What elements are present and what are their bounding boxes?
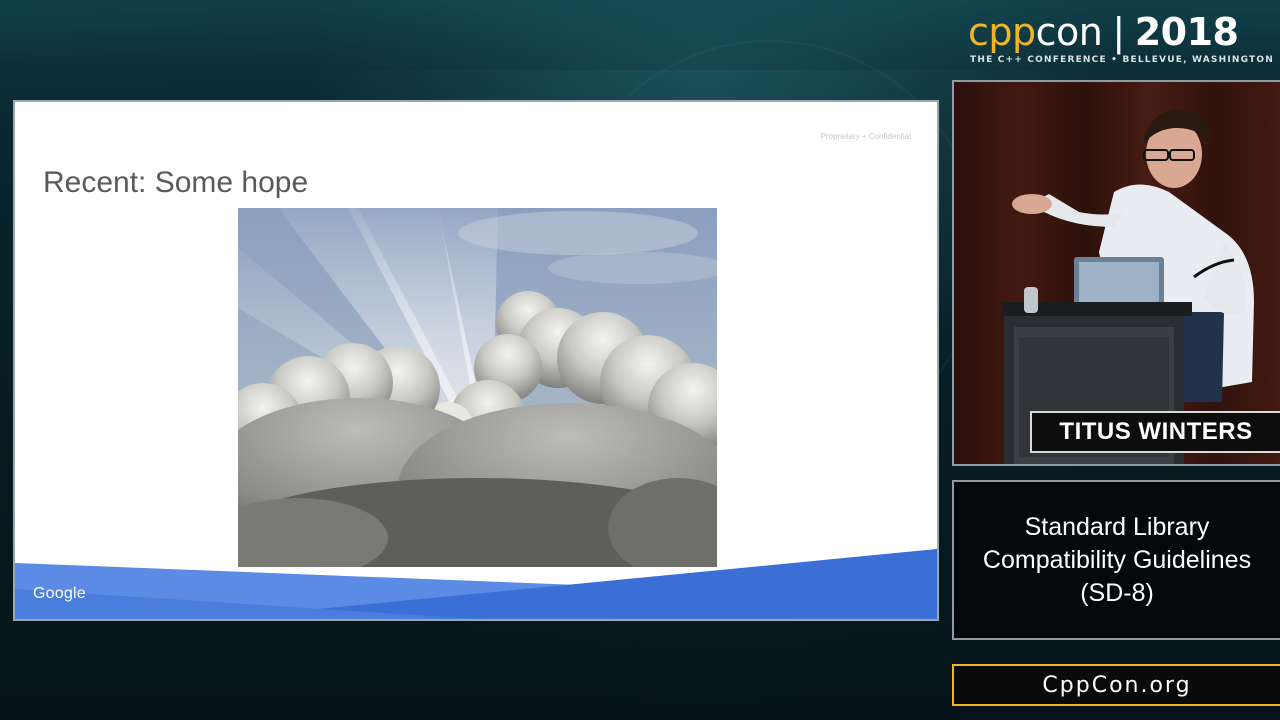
speaker-camera-view: TITUS WINTERS xyxy=(952,80,1280,466)
talk-title: Standard Library Compatibility Guideline… xyxy=(982,512,1252,607)
talk-title-panel: Standard Library Compatibility Guideline… xyxy=(952,480,1280,640)
speaker-image xyxy=(954,82,1280,464)
slide-photo-clouds xyxy=(238,208,717,567)
logo-separator: | xyxy=(1112,10,1125,54)
clouds-image xyxy=(238,208,717,567)
website-url: CppCon.org xyxy=(1042,672,1192,698)
footer-wave xyxy=(15,549,937,619)
slide-footer-banner: Google xyxy=(15,549,937,619)
website-url-panel: CppCon.org xyxy=(952,664,1280,706)
slide-title: Recent: Some hope xyxy=(43,166,309,199)
slide-confidential-label: Proprietary + Confidential xyxy=(820,132,912,141)
cppcon-logo: cppcon | 2018 THE C++ CONFERENCE • BELLEVU… xyxy=(968,10,1273,70)
presentation-slide: Proprietary + Confidential Recent: Some … xyxy=(13,100,939,621)
cppcon-wordmark: cppcon | 2018 xyxy=(968,10,1239,54)
video-frame: Proprietary + Confidential Recent: Some … xyxy=(0,0,1280,720)
logo-year: 2018 xyxy=(1134,10,1239,54)
logo-con: con xyxy=(1035,10,1103,54)
conference-tagline: THE C++ CONFERENCE • BELLEVUE, WASHINGTO… xyxy=(970,55,1274,65)
logo-cpp: cpp xyxy=(968,10,1036,54)
google-logo: Google xyxy=(33,585,86,602)
speaker-name-label: TITUS WINTERS xyxy=(1030,411,1280,453)
